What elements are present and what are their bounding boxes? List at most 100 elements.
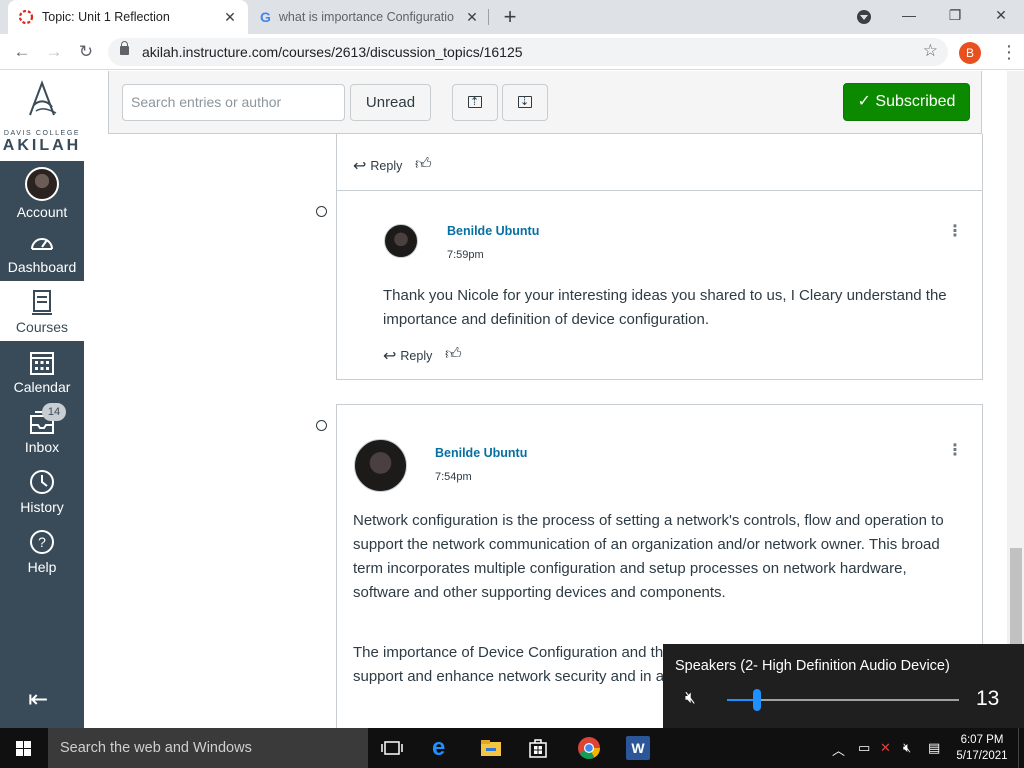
network-disconnected-icon[interactable]: ✕: [880, 740, 891, 756]
reply-arrow-icon: ↩: [383, 348, 397, 365]
file-explorer-icon[interactable]: [479, 736, 503, 760]
collapse-replies-button[interactable]: ⇡: [452, 84, 498, 121]
unread-indicator[interactable]: [316, 420, 327, 431]
school-logo[interactable]: DAVIS COLLEGE AKILAH: [0, 71, 84, 161]
back-button[interactable]: ←: [10, 40, 34, 64]
browser-tab-strip: Topic: Unit 1 Reflection ✕ G what is imp…: [0, 0, 1024, 34]
reply-button[interactable]: ↩ Reply: [353, 156, 402, 176]
unread-filter-button[interactable]: Unread: [350, 84, 431, 121]
task-view-icon[interactable]: [380, 736, 404, 760]
author-avatar[interactable]: [384, 224, 418, 258]
help-icon: ?: [30, 530, 54, 554]
subscribed-label: Subscribed: [875, 93, 956, 110]
taskbar-search-input[interactable]: Search the web and Windows: [48, 728, 368, 768]
discussion-entry: ↩ Reply 👍︎: [336, 134, 983, 191]
nav-item-help[interactable]: ? Help: [0, 521, 84, 581]
entry-body: Thank you Nicole for your interesting id…: [383, 287, 947, 328]
author-name-link[interactable]: Benilde Ubuntu: [447, 224, 539, 238]
like-thumb-icon[interactable]: 👍︎: [445, 345, 462, 364]
tab-search-icon[interactable]: [857, 10, 871, 24]
volume-slider[interactable]: [727, 689, 959, 711]
nav-label: History: [20, 499, 64, 515]
nav-label: Calendar: [13, 379, 71, 395]
edge-browser-icon[interactable]: e: [432, 736, 456, 760]
close-tab-icon[interactable]: ✕: [464, 9, 480, 26]
close-window-button[interactable]: ✕: [978, 0, 1024, 30]
show-hidden-icons-icon[interactable]: ︿: [832, 740, 845, 759]
address-bar[interactable]: akilah.instructure.com/courses/2613/disc…: [108, 38, 948, 66]
word-icon[interactable]: W: [626, 736, 650, 760]
nav-item-dashboard[interactable]: Dashboard: [0, 221, 84, 281]
nav-label: Help: [27, 559, 57, 575]
minimize-button[interactable]: —: [886, 0, 932, 30]
store-icon[interactable]: [526, 736, 550, 760]
entry-body: Network configuration is the process of …: [353, 512, 944, 601]
windows-taskbar: Search the web and Windows e W ︿ ▭ ✕ 🔇︎ …: [0, 728, 1024, 768]
volume-slider-thumb[interactable]: [753, 689, 762, 711]
windows-start-icon[interactable]: [16, 741, 32, 757]
unread-count-badge: 14: [42, 403, 66, 421]
nav-item-courses[interactable]: Courses: [0, 281, 84, 341]
clock-time: 6:07 PM: [960, 734, 1004, 746]
clock-date: 5/17/2021: [956, 750, 1008, 762]
google-favicon-icon: G: [260, 9, 271, 25]
tab-divider: [488, 9, 489, 25]
avatar-icon: [25, 167, 59, 201]
show-desktop-button[interactable]: [1018, 728, 1024, 768]
collapse-nav-icon[interactable]: ⇤: [28, 685, 48, 714]
volume-flyout: Speakers (2- High Definition Audio Devic…: [663, 644, 1024, 728]
nav-label: Courses: [15, 319, 69, 335]
chrome-icon[interactable]: [577, 736, 601, 760]
expand-replies-button[interactable]: ⇣: [502, 84, 548, 121]
system-clock[interactable]: 6:07 PM 5/17/2021: [950, 732, 1014, 764]
author-name-link[interactable]: Benilde Ubuntu: [435, 446, 527, 460]
restore-button[interactable]: ❐: [932, 0, 978, 30]
entry-options-icon[interactable]: ⋮: [947, 443, 963, 459]
tab-topic-unit-1-reflection[interactable]: Topic: Unit 1 Reflection ✕: [8, 0, 248, 34]
browser-toolbar: ← → ↻ akilah.instructure.com/courses/261…: [0, 34, 1024, 70]
chrome-menu-icon[interactable]: ⋮: [1000, 40, 1018, 64]
svg-text:?: ?: [38, 534, 46, 550]
post-time: 7:54pm: [435, 471, 472, 483]
reply-label: Reply: [400, 349, 433, 363]
reload-button[interactable]: ↻: [74, 40, 98, 64]
dashboard-icon: [31, 238, 53, 250]
history-icon: [30, 470, 54, 494]
subscribed-button[interactable]: ✓ Subscribed: [843, 83, 970, 121]
checkmark-icon: ✓: [857, 93, 871, 110]
calendar-icon: [30, 352, 54, 375]
new-tab-button[interactable]: +: [498, 4, 522, 30]
reply-button[interactable]: ↩ Reply: [383, 346, 432, 366]
college-name: DAVIS COLLEGE: [3, 130, 81, 137]
canvas-favicon-icon: [18, 9, 34, 25]
profile-avatar-button[interactable]: B: [959, 42, 981, 64]
author-avatar[interactable]: [354, 439, 407, 492]
entry-options-icon[interactable]: ⋮: [947, 224, 963, 240]
nav-label: Account: [16, 204, 68, 220]
keyboard-icon[interactable]: ▤: [928, 740, 940, 756]
reply-label: Reply: [370, 159, 403, 173]
forward-button[interactable]: →: [42, 40, 66, 64]
like-thumb-icon[interactable]: 👍︎: [415, 155, 432, 174]
school-name: AKILAH: [2, 137, 82, 154]
tab-title: what is importance Configuratio: [278, 10, 454, 24]
global-navigation: DAVIS COLLEGE AKILAH Account Dashboard C…: [0, 71, 84, 728]
unread-indicator[interactable]: [316, 206, 327, 217]
volume-muted-icon[interactable]: 🔇︎: [903, 740, 911, 756]
nav-item-account[interactable]: Account: [0, 161, 84, 221]
bookmark-star-icon[interactable]: ☆: [923, 41, 938, 61]
speaker-muted-icon[interactable]: 🔇︎: [685, 688, 696, 708]
search-entries-input[interactable]: Search entries or author: [122, 84, 345, 121]
close-tab-icon[interactable]: ✕: [222, 9, 238, 26]
audio-device-name: Speakers (2- High Definition Audio Devic…: [675, 658, 950, 674]
nav-item-history[interactable]: History: [0, 461, 84, 521]
courses-icon: [32, 290, 52, 315]
tab-title: Topic: Unit 1 Reflection: [42, 10, 170, 24]
nav-label: Inbox: [24, 439, 60, 455]
nav-item-inbox[interactable]: 14 Inbox: [0, 401, 84, 461]
battery-icon[interactable]: ▭: [858, 740, 870, 756]
nav-item-calendar[interactable]: Calendar: [0, 341, 84, 401]
tab-google-search[interactable]: G what is importance Configuratio ✕: [250, 0, 490, 34]
volume-level: 13: [976, 687, 1000, 710]
nav-label: Dashboard: [7, 259, 77, 275]
